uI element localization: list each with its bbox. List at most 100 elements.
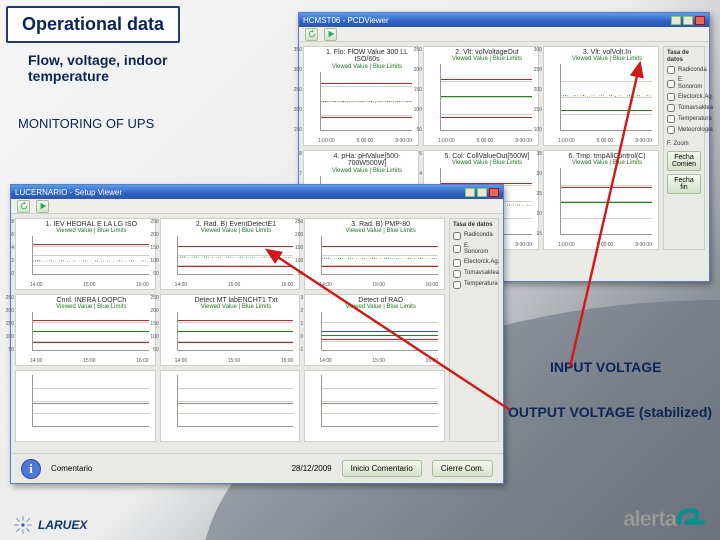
- refresh-button[interactable]: [305, 28, 318, 41]
- window-title: LUCERNARIO - Setup Viewer: [15, 188, 122, 197]
- checkbox-input[interactable]: [667, 80, 675, 88]
- checkbox-input[interactable]: [667, 126, 675, 134]
- y-ticks: [2, 371, 14, 429]
- checkbox-input[interactable]: [453, 245, 461, 253]
- bottom-bar: i Comentario 28/12/2009 Inicio Comentari…: [11, 453, 503, 483]
- chart-title: Detect MT labENCHT1 Txt: [175, 297, 298, 304]
- chart-panel: 1. IEV HEORAL E LA LG ISO Viewed Value |…: [15, 218, 156, 290]
- chart-subtitle: Viewed Value | Blue Limits: [318, 168, 416, 174]
- chart-panel: [15, 370, 156, 442]
- checkbox-input[interactable]: [453, 232, 461, 240]
- max-icon[interactable]: [477, 188, 487, 197]
- chart-title: 1. IEV HEORAL E LA LG ISO: [30, 221, 153, 228]
- slide-title: Operational data: [6, 6, 180, 43]
- x-ticks: 14:0015:0016:00: [30, 282, 149, 288]
- zoom-label: F. Zoom: [667, 141, 701, 148]
- burst-icon: [12, 514, 34, 536]
- plot-area: [560, 168, 652, 235]
- checkbox-input[interactable]: [453, 281, 461, 289]
- side-checkbox[interactable]: Temperatura: [453, 281, 495, 289]
- date-start-button[interactable]: Fecha Comien: [667, 151, 701, 171]
- checkbox-input[interactable]: [453, 270, 461, 278]
- logo-alerta-text: alerta: [623, 506, 676, 532]
- side-checkbox[interactable]: Radiconda: [667, 66, 701, 74]
- chart-title: 4. pHa: pHValue[500-700W500W]: [318, 153, 416, 168]
- two-icon: [676, 503, 706, 532]
- y-ticks: 25020015010050: [147, 219, 159, 277]
- titlebar-front[interactable]: LUCERNARIO - Setup Viewer: [11, 185, 503, 199]
- play-button[interactable]: [324, 28, 337, 41]
- side-heading: Tasa de datos: [453, 222, 495, 229]
- x-ticks: 1:00:005:00:009:00:00: [558, 138, 652, 144]
- window-front[interactable]: LUCERNARIO - Setup Viewer 1. IEV HEORAL …: [10, 184, 504, 484]
- y-ticks: 86420: [2, 219, 14, 277]
- close-icon[interactable]: [489, 188, 499, 197]
- play-button[interactable]: [36, 200, 49, 213]
- plot-area: [320, 72, 412, 131]
- checkbox-input[interactable]: [667, 93, 675, 101]
- chart-subtitle: Viewed Value | Blue Limits: [558, 160, 656, 166]
- side-checkbox[interactable]: Meteorologia: [667, 126, 701, 134]
- side-checkbox[interactable]: E. Sonorom: [667, 77, 701, 90]
- x-ticks: 1:00:005:00:009:00:00: [318, 138, 412, 144]
- chart-panel: Detect MT labENCHT1 Txt Viewed Value | B…: [160, 294, 301, 366]
- side-checkbox[interactable]: Electorck.Ag.: [453, 259, 495, 267]
- logo-alerta: alerta: [623, 503, 706, 532]
- checkbox-input[interactable]: [453, 259, 461, 267]
- y-ticks: 25020015010050: [291, 219, 303, 277]
- x-ticks: 1:00:005:00:009:00:00: [438, 138, 532, 144]
- date-value: 28/12/2009: [292, 464, 332, 473]
- chart-subtitle: Viewed Value | Blue Limits: [318, 64, 416, 70]
- side-checkbox[interactable]: Electorck.Ag.: [667, 93, 701, 101]
- chart-title: 5. Col: CollValueOut[500W]: [438, 153, 536, 160]
- max-icon[interactable]: [683, 16, 693, 25]
- y-ticks: [291, 371, 303, 429]
- refresh-button[interactable]: [17, 200, 30, 213]
- chart-panel: 2. Rad. B) EventDetectE1 Viewed Value | …: [160, 218, 301, 290]
- comment-label: Comentario: [51, 464, 92, 473]
- slide-subtitle-1: Flow, voltage, indoor temperature: [28, 52, 188, 84]
- chart-panel: [304, 370, 445, 442]
- side-panel: Tasa de datos Radiconda E. Sonorom Electorc…: [449, 218, 499, 442]
- toolbar-back: [299, 27, 709, 42]
- close-comment-button[interactable]: Cierre Com.: [432, 460, 493, 477]
- titlebar-back[interactable]: HCMST06 - PCDViewer: [299, 13, 709, 27]
- y-ticks: [147, 371, 159, 429]
- side-panel: Tasa de datosRadicondaE. SonoromElectorc…: [663, 46, 705, 250]
- checkbox-input[interactable]: [667, 104, 675, 112]
- date-end-button[interactable]: Fecha fin: [667, 174, 701, 194]
- chart-panel: 3. Rad. B) PMP-80 Viewed Value | Blue Li…: [304, 218, 445, 290]
- chart-panel: [160, 370, 301, 442]
- chart-title: Detect of RAD: [319, 297, 442, 304]
- plot-area: [32, 236, 149, 275]
- chart-title: 3. Vlt: volVolt.In: [558, 49, 656, 56]
- label-input-voltage: INPUT VOLTAGE: [550, 359, 661, 375]
- chart-panel: Detect of RAD Viewed Value | Blue Limits…: [304, 294, 445, 366]
- chart-subtitle: Viewed Value | Blue Limits: [319, 304, 442, 310]
- checkbox-input[interactable]: [667, 66, 675, 74]
- init-comment-button[interactable]: Inicio Comentario: [342, 460, 422, 477]
- info-icon[interactable]: i: [21, 459, 41, 479]
- plot-area: [32, 312, 149, 351]
- chart-title: 2. Rad. B) EventDetectE1: [175, 221, 298, 228]
- min-icon[interactable]: [671, 16, 681, 25]
- y-ticks: 3210-1: [291, 295, 303, 353]
- x-ticks: 14:0015:0016:00: [319, 282, 438, 288]
- x-ticks: 1:00:005:00:009:00:00: [558, 242, 652, 248]
- chart-panel: 3. Vlt: volVolt.In Viewed Value | Blue L…: [543, 46, 659, 146]
- checkbox-input[interactable]: [667, 115, 675, 123]
- plot-area: [560, 64, 652, 131]
- chart-title: 3. Rad. B) PMP-80: [319, 221, 442, 228]
- min-icon[interactable]: [465, 188, 475, 197]
- side-checkbox[interactable]: Radiconda: [453, 232, 495, 240]
- y-ticks: 3530252015: [530, 151, 542, 237]
- chart-title: 2. Vlt: volVoltageOut: [438, 49, 536, 56]
- side-checkbox[interactable]: Tomavsaklea: [453, 270, 495, 278]
- close-icon[interactable]: [695, 16, 705, 25]
- side-checkbox[interactable]: Tomavsaklea: [667, 104, 701, 112]
- chart-panel: Cnnl. INERA LOOPCh Viewed Value | Blue L…: [15, 294, 156, 366]
- y-ticks: 25020015010050: [410, 47, 422, 133]
- side-checkbox[interactable]: Temperatura: [667, 115, 701, 123]
- plot-area: [321, 375, 438, 427]
- side-checkbox[interactable]: E. Sonorom: [453, 243, 495, 256]
